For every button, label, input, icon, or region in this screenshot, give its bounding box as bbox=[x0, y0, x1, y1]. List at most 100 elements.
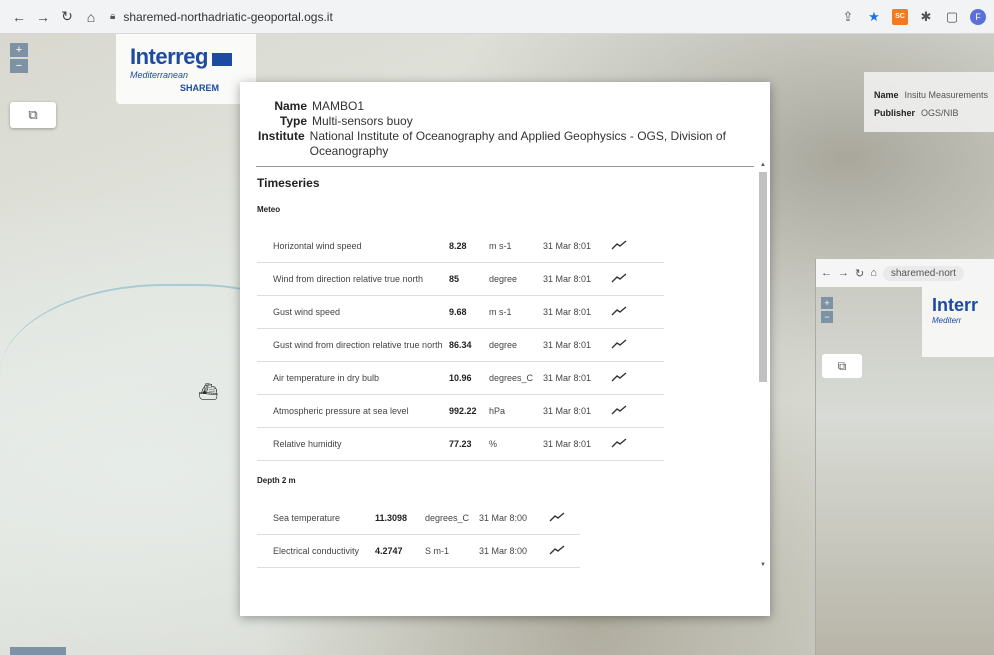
measurement-unit: degrees_C bbox=[489, 373, 534, 383]
measurement-name: Air temperature in dry bulb bbox=[273, 373, 380, 383]
reload-icon[interactable]: ↻ bbox=[56, 6, 78, 28]
embedded-home-icon[interactable]: ⌂ bbox=[870, 267, 877, 279]
bookmark-star-icon[interactable]: ★ bbox=[866, 9, 882, 25]
measurement-value: 77.23 bbox=[449, 439, 472, 449]
table-row: Gust wind from direction relative true n… bbox=[257, 329, 664, 362]
share-icon[interactable]: ⇪ bbox=[840, 9, 856, 25]
eu-flag-icon bbox=[211, 53, 232, 67]
chart-line-icon[interactable] bbox=[611, 338, 627, 352]
table-row: Atmospheric pressure at sea level 992.22 h… bbox=[257, 395, 664, 428]
measurement-name: Atmospheric pressure at sea level bbox=[273, 406, 409, 416]
embedded-reload-icon[interactable]: ↻ bbox=[855, 267, 864, 280]
measurement-time: 31 Mar 8:01 bbox=[543, 406, 592, 416]
side-panel-icon[interactable]: ▢ bbox=[944, 9, 960, 25]
chart-line-icon[interactable] bbox=[549, 511, 565, 525]
info-name-label: Name bbox=[874, 90, 899, 100]
group-title-meteo: Meteo bbox=[257, 205, 281, 214]
embedded-logo: Interr Mediterr bbox=[922, 287, 994, 357]
home-icon[interactable]: ⌂ bbox=[80, 6, 102, 28]
embedded-logo-sub: Mediterr bbox=[932, 316, 962, 325]
zoom-control: + − bbox=[10, 43, 28, 73]
measurement-name: Horizontal wind speed bbox=[273, 241, 362, 251]
measurement-value: 8.28 bbox=[449, 241, 467, 251]
forward-arrow-icon[interactable]: → bbox=[32, 6, 54, 28]
measurement-name: Gust wind from direction relative true n… bbox=[273, 340, 443, 350]
embedded-zoom-control: + − bbox=[821, 297, 833, 325]
zoom-in-button[interactable]: + bbox=[10, 43, 28, 57]
measurement-value: 10.96 bbox=[449, 373, 472, 383]
chart-line-icon[interactable] bbox=[611, 404, 627, 418]
address-bar[interactable]: 🔒︎ sharemed-northadriatic-geoportal.ogs.… bbox=[110, 10, 333, 24]
timeseries-scrollbar[interactable]: ▲ ▼ bbox=[758, 162, 768, 572]
measurement-value: 9.68 bbox=[449, 307, 467, 317]
measurement-unit: degree bbox=[489, 274, 518, 284]
embedded-zoom-out[interactable]: − bbox=[821, 311, 833, 323]
table-row: Air temperature in dry bulb 10.96 degrees_… bbox=[257, 362, 664, 395]
measurement-value: 11.3098 bbox=[375, 513, 408, 523]
embedded-back-icon[interactable]: ← bbox=[821, 267, 832, 279]
profile-avatar[interactable]: F bbox=[970, 8, 986, 25]
measurement-unit: m s-1 bbox=[489, 307, 512, 317]
back-arrow-icon[interactable]: ← bbox=[8, 6, 30, 28]
layers-button[interactable]: ⧉ bbox=[10, 102, 56, 128]
station-type: Multi-sensors buoy bbox=[312, 114, 413, 128]
measurement-time: 31 Mar 8:01 bbox=[543, 373, 592, 383]
logo-project: SHAREM bbox=[180, 83, 220, 93]
zoom-out-button[interactable]: − bbox=[10, 59, 28, 73]
lock-icon: 🔒︎ bbox=[110, 11, 116, 22]
embedded-layers-button[interactable]: ⧉ bbox=[822, 354, 862, 378]
embedded-zoom-in[interactable]: + bbox=[821, 297, 833, 309]
measurement-name: Relative humidity bbox=[273, 439, 342, 449]
embedded-logo-title: Interr bbox=[932, 295, 979, 315]
chart-line-icon[interactable] bbox=[611, 371, 627, 385]
layers-icon: ⧉ bbox=[28, 107, 38, 122]
table-row: Electrical conductivity 4.2747 S m-1 31 Mar… bbox=[257, 535, 580, 568]
measurement-unit: % bbox=[489, 439, 498, 449]
measurement-unit: degree bbox=[489, 340, 518, 350]
browser-toolbar: ← → ↻ ⌂ 🔒︎ sharemed-northadriatic-geopor… bbox=[0, 0, 994, 34]
nav-buttons: ← → ↻ ⌂ bbox=[8, 6, 102, 28]
measurement-time: 31 Mar 8:00 bbox=[479, 513, 528, 523]
info-publisher-value: OGS/NIB bbox=[921, 108, 959, 118]
logo-title: Interreg bbox=[130, 44, 208, 69]
measurement-time: 31 Mar 8:01 bbox=[543, 241, 592, 251]
group-title-depth: Depth 2 m bbox=[257, 476, 296, 485]
chart-line-icon[interactable] bbox=[611, 239, 627, 253]
measurement-unit: hPa bbox=[489, 406, 506, 416]
extensions-puzzle-icon[interactable]: ✱ bbox=[918, 9, 934, 25]
measurement-time: 31 Mar 8:01 bbox=[543, 340, 592, 350]
embedded-forward-icon[interactable]: → bbox=[838, 267, 849, 279]
buoy-marker-icon[interactable]: ⛴ bbox=[198, 382, 218, 402]
measurement-value: 4.2747 bbox=[375, 546, 403, 556]
scroll-thumb[interactable] bbox=[759, 172, 767, 382]
layer-info-panel: Name Insitu Measurements Publisher OGS/NIB bbox=[864, 72, 994, 132]
measurement-unit: S m-1 bbox=[425, 546, 450, 556]
station-name: MAMBO1 bbox=[312, 99, 365, 113]
type-label: Type bbox=[279, 114, 307, 128]
institute-label: Institute bbox=[258, 129, 305, 143]
scale-bar bbox=[10, 647, 66, 655]
station-meta: Name MAMBO1 Type Multi-sensors buoy Instit… bbox=[240, 82, 770, 159]
embedded-url[interactable]: sharemed-nort bbox=[882, 265, 964, 281]
measurement-name: Gust wind speed bbox=[273, 307, 341, 317]
station-popup: Name MAMBO1 Type Multi-sensors buoy Instit… bbox=[240, 82, 770, 616]
chart-line-icon[interactable] bbox=[611, 305, 627, 319]
url-text: sharemed-northadriatic-geoportal.ogs.it bbox=[123, 9, 333, 24]
project-logo: Interreg Mediterranean SHAREM bbox=[116, 34, 256, 104]
chart-line-icon[interactable] bbox=[549, 544, 565, 558]
scroll-up-icon[interactable]: ▲ bbox=[758, 162, 768, 172]
chart-line-icon[interactable] bbox=[611, 272, 627, 286]
scroll-down-icon[interactable]: ▼ bbox=[758, 562, 768, 572]
timeseries-panel[interactable]: Timeseries Meteo Horizontal wind speed 8.… bbox=[240, 162, 770, 572]
name-label: Name bbox=[274, 99, 307, 113]
measurement-unit: degrees_C bbox=[425, 513, 470, 523]
measurement-name: Sea temperature bbox=[273, 513, 341, 523]
measurement-time: 31 Mar 8:00 bbox=[479, 546, 528, 556]
embedded-toolbar: ← → ↻ ⌂ sharemed-nort bbox=[816, 259, 994, 287]
layers-icon: ⧉ bbox=[837, 358, 847, 373]
chart-line-icon[interactable] bbox=[611, 437, 627, 451]
measurement-unit: m s-1 bbox=[489, 241, 512, 251]
logo-subtitle: Mediterranean bbox=[130, 70, 189, 80]
extension-sc-icon[interactable]: SC bbox=[892, 8, 908, 25]
table-row: Gust wind speed 9.68 m s-1 31 Mar 8:01 bbox=[257, 296, 664, 329]
